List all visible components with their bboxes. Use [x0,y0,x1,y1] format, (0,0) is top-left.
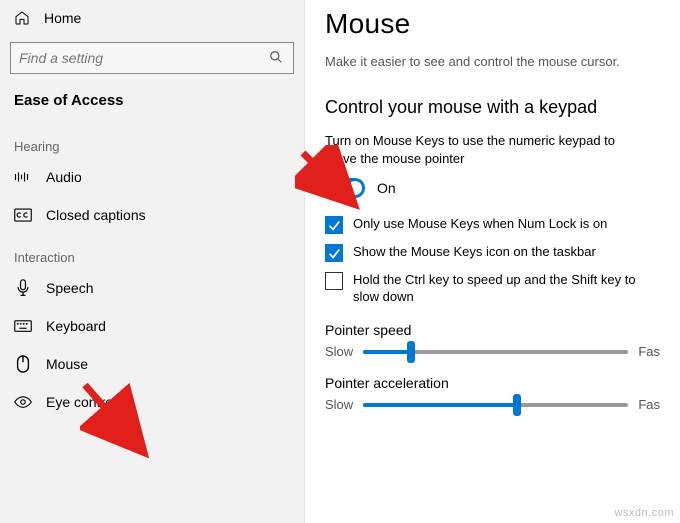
checkbox-label: Hold the Ctrl key to speed up and the Sh… [353,272,645,306]
pointer-speed-label: Pointer speed [325,322,660,338]
keyboard-icon [14,317,32,335]
mouse-keys-toggle[interactable] [325,178,365,198]
checkbox-numlock[interactable] [325,216,343,234]
sidebar-item-mouse[interactable]: Mouse [0,345,304,383]
checkbox-label: Only use Mouse Keys when Num Lock is on [353,216,607,233]
search-box[interactable] [10,42,294,74]
sidebar-item-label: Keyboard [46,318,106,334]
mouse-icon [14,355,32,373]
sidebar-item-keyboard[interactable]: Keyboard [0,307,304,345]
sidebar-section-title: Ease of Access [0,84,304,123]
page-subtitle: Make it easier to see and control the mo… [325,54,660,69]
main-content: Mouse Make it easier to see and control … [305,0,680,523]
slider-min-label: Slow [325,344,353,359]
audio-icon [14,168,32,186]
sidebar-item-label: Closed captions [46,207,146,223]
sidebar-item-speech[interactable]: Speech [0,269,304,307]
sidebar-item-label: Audio [46,169,82,185]
search-input[interactable] [19,50,269,66]
search-container [0,36,304,84]
sidebar-item-label: Mouse [46,356,88,372]
sidebar-item-closed-captions[interactable]: Closed captions [0,196,304,234]
sidebar-item-eye-control[interactable]: Eye control [0,383,304,421]
slider-max-label: Fas [638,397,660,412]
section-heading: Control your mouse with a keypad [325,97,660,118]
sidebar-item-audio[interactable]: Audio [0,158,304,196]
pointer-accel-label: Pointer acceleration [325,375,660,391]
search-icon [269,50,285,66]
captions-icon [14,206,32,224]
sidebar: Home Ease of Access Hearing Audio Closed… [0,0,305,523]
pointer-speed-slider[interactable] [363,350,628,354]
checkbox-label: Show the Mouse Keys icon on the taskbar [353,244,596,261]
toggle-description: Turn on Mouse Keys to use the numeric ke… [325,132,635,168]
sidebar-item-label: Eye control [46,394,116,410]
microphone-icon [14,279,32,297]
eye-icon [14,393,32,411]
group-hearing: Hearing [0,123,304,158]
home-label: Home [44,10,81,26]
group-interaction: Interaction [0,234,304,269]
slider-max-label: Fas [638,344,660,359]
home-icon [14,10,30,26]
slider-min-label: Slow [325,397,353,412]
checkbox-taskbar[interactable] [325,244,343,262]
page-title: Mouse [325,8,660,40]
home-button[interactable]: Home [0,0,304,36]
sidebar-item-label: Speech [46,280,93,296]
pointer-accel-slider[interactable] [363,403,628,407]
toggle-state-label: On [377,180,396,196]
checkbox-ctrl-shift[interactable] [325,272,343,290]
